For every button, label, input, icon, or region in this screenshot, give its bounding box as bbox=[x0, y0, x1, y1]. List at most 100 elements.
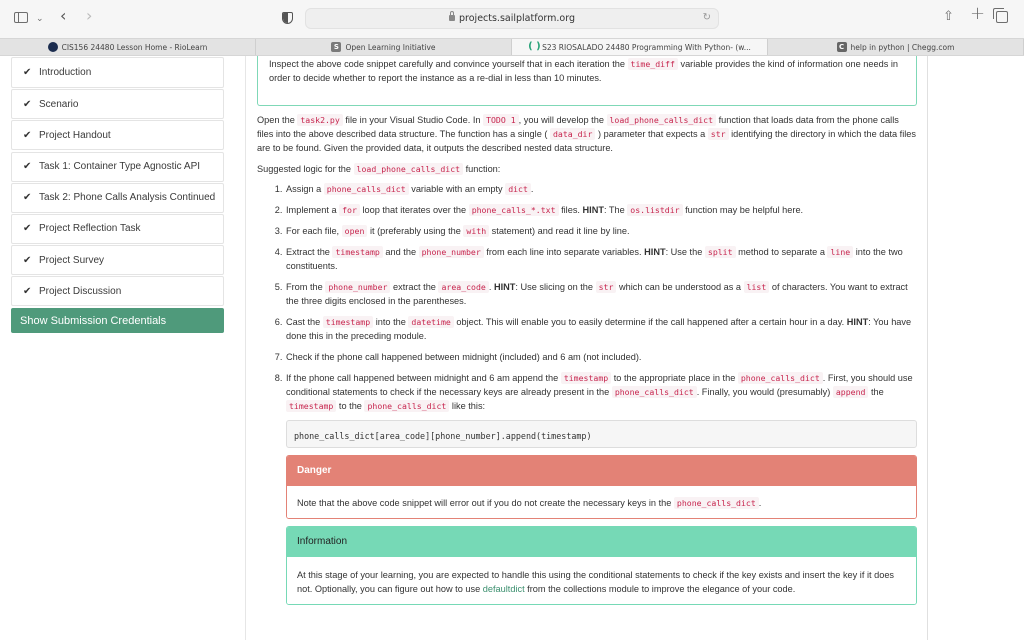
defaultdict-link[interactable]: defaultdict bbox=[483, 584, 525, 594]
sidebar-item-label: Project Discussion bbox=[39, 285, 122, 297]
rio-icon bbox=[47, 42, 58, 52]
forward-icon[interactable]: › bbox=[86, 8, 92, 24]
text: Cast the bbox=[286, 317, 323, 327]
sidebar-item-label: Introduction bbox=[39, 67, 92, 78]
tab-label: CIS156 24480 Lesson Home - RioLearn bbox=[61, 42, 208, 52]
sail-icon: ( ) bbox=[528, 41, 541, 52]
inline-code: TODO 1 bbox=[483, 114, 519, 126]
step-item: Cast the timestamp into the datetime obj… bbox=[285, 315, 917, 343]
tab-label: Open Learning Initiative bbox=[345, 42, 436, 52]
text: function: bbox=[463, 164, 501, 174]
inline-code: phone_calls_dict bbox=[364, 400, 450, 412]
sidebar-item-introduction[interactable]: ✔ Introduction bbox=[11, 57, 224, 88]
sidebar-item-scenario[interactable]: ✔ Scenario bbox=[11, 89, 224, 120]
check-icon: ✔ bbox=[23, 285, 32, 297]
text: Note that the above code snippet will er… bbox=[297, 498, 674, 508]
sidebar-item-task-1[interactable]: ✔ Task 1: Container Type Agnostic API bbox=[11, 151, 224, 182]
text: From the bbox=[286, 282, 326, 292]
inline-code: os.listdir bbox=[627, 204, 683, 216]
sidebar-toggle-icon[interactable] bbox=[14, 12, 28, 23]
inline-code: phone_number bbox=[325, 281, 391, 293]
tab-label: S23 RIOSALADO 24480 Programming With Pyt… bbox=[542, 42, 751, 52]
text: . Finally, you would (presumably) bbox=[696, 387, 833, 397]
text: the bbox=[868, 387, 884, 397]
inline-code: list bbox=[743, 281, 770, 293]
chevron-down-icon[interactable]: ⌄ bbox=[36, 12, 44, 26]
inline-code: phone_calls_*.txt bbox=[468, 204, 559, 216]
check-icon: ✔ bbox=[23, 223, 32, 235]
text: which can be understood as a bbox=[616, 282, 744, 292]
sidebar-item-task-2[interactable]: ✔ Task 2: Phone Calls Analysis Continued bbox=[11, 182, 224, 213]
steps-list: Assign a phone_calls_dict variable with … bbox=[257, 182, 917, 605]
sidebar-item-project-handout[interactable]: ✔ Project Handout bbox=[11, 120, 224, 151]
sidebar-item-label: Project Handout bbox=[39, 129, 111, 141]
text: : Use the bbox=[665, 247, 705, 257]
inline-code: open bbox=[341, 225, 368, 237]
code-snippet[interactable]: phone_calls_dict[area_code][phone_number… bbox=[286, 420, 917, 448]
text: Open the bbox=[257, 115, 298, 125]
inline-code: load_phone_calls_dict bbox=[606, 114, 717, 126]
show-submission-credentials-button[interactable]: Show Submission Credentials bbox=[11, 308, 224, 334]
sidebar-item-discussion[interactable]: ✔ Project Discussion bbox=[11, 276, 224, 307]
tab-sail[interactable]: ( ) S23 RIOSALADO 24480 Programming With… bbox=[512, 39, 768, 55]
text: If the phone call happened between midni… bbox=[286, 373, 561, 383]
suggested-logic-heading: Suggested logic for the load_phone_calls… bbox=[257, 162, 917, 176]
inline-code: str bbox=[595, 281, 617, 293]
inline-code: str bbox=[707, 128, 729, 140]
text: to the bbox=[336, 401, 365, 411]
address-bar[interactable]: projects.sailplatform.org ↻ bbox=[305, 8, 719, 29]
inline-code: phone_number bbox=[418, 246, 484, 258]
inline-code: timestamp bbox=[286, 400, 337, 412]
new-tab-icon[interactable]: + bbox=[970, 5, 985, 23]
text: Implement a bbox=[286, 205, 340, 215]
hint-label: HINT bbox=[493, 282, 516, 292]
step-item: Extract the timestamp and the phone_numb… bbox=[285, 245, 917, 273]
danger-alert-body: Note that the above code snippet will er… bbox=[287, 486, 916, 518]
inline-code: datetime bbox=[408, 316, 454, 328]
danger-alert: Danger Note that the above code snippet … bbox=[286, 455, 917, 519]
inline-code: timestamp bbox=[560, 372, 612, 384]
inline-code: load_phone_calls_dict bbox=[353, 163, 464, 175]
step-item: For each file, open it (preferably using… bbox=[285, 224, 917, 238]
tab-riolearn[interactable]: CIS156 24480 Lesson Home - RioLearn bbox=[0, 39, 256, 55]
inline-code: append bbox=[832, 386, 869, 398]
step-item: Check if the phone call happened between… bbox=[285, 350, 917, 364]
text: statement) and read it line by line. bbox=[489, 226, 630, 236]
information-alert-body: At this stage of your learning, you are … bbox=[287, 557, 916, 604]
hint-label: HINT bbox=[582, 205, 604, 215]
text: ) parameter that expects a bbox=[595, 129, 708, 139]
step-item: From the phone_number extract the area_c… bbox=[285, 280, 917, 308]
text: Extract the bbox=[286, 247, 333, 257]
text: object. This will enable you to easily d… bbox=[453, 317, 847, 327]
inline-code: with bbox=[463, 225, 490, 237]
text: from the collections module to improve t… bbox=[524, 584, 796, 594]
sidebar-item-reflection[interactable]: ✔ Project Reflection Task bbox=[11, 213, 224, 244]
check-icon: ✔ bbox=[23, 254, 32, 266]
tab-chegg[interactable]: C help in python | Chegg.com bbox=[768, 39, 1024, 55]
privacy-shield-icon[interactable] bbox=[282, 12, 293, 24]
text: Check if the phone call happened between… bbox=[286, 352, 642, 362]
sidebar-item-survey[interactable]: ✔ Project Survey bbox=[11, 245, 224, 276]
hint-label: HINT bbox=[846, 317, 869, 327]
inline-code: timestamp bbox=[332, 246, 383, 258]
text: extract the bbox=[390, 282, 439, 292]
back-icon[interactable]: ‹ bbox=[60, 8, 66, 24]
url-text: projects.sailplatform.org bbox=[459, 13, 575, 24]
inline-code: split bbox=[704, 246, 736, 258]
step-item: Assign a phone_calls_dict variable with … bbox=[285, 182, 917, 196]
inline-code: task2.py bbox=[297, 114, 343, 126]
lock-icon bbox=[449, 11, 456, 21]
inline-code: phone_calls_dict bbox=[737, 372, 823, 384]
share-icon[interactable]: ⇧ bbox=[943, 10, 954, 24]
inline-code: phone_calls_dict bbox=[611, 386, 697, 398]
reload-icon[interactable]: ↻ bbox=[703, 12, 711, 23]
oli-icon: S bbox=[331, 42, 342, 52]
text: from each line into separate variables. bbox=[483, 247, 645, 257]
check-icon: ✔ bbox=[23, 98, 32, 110]
tab-overview-icon[interactable] bbox=[993, 8, 1008, 23]
content-divider-left bbox=[245, 56, 246, 640]
text: into the bbox=[373, 317, 409, 327]
tab-oli[interactable]: S Open Learning Initiative bbox=[256, 39, 512, 55]
chegg-icon: C bbox=[836, 42, 847, 52]
previous-info-box: Inspect the above code snippet carefully… bbox=[257, 56, 917, 106]
